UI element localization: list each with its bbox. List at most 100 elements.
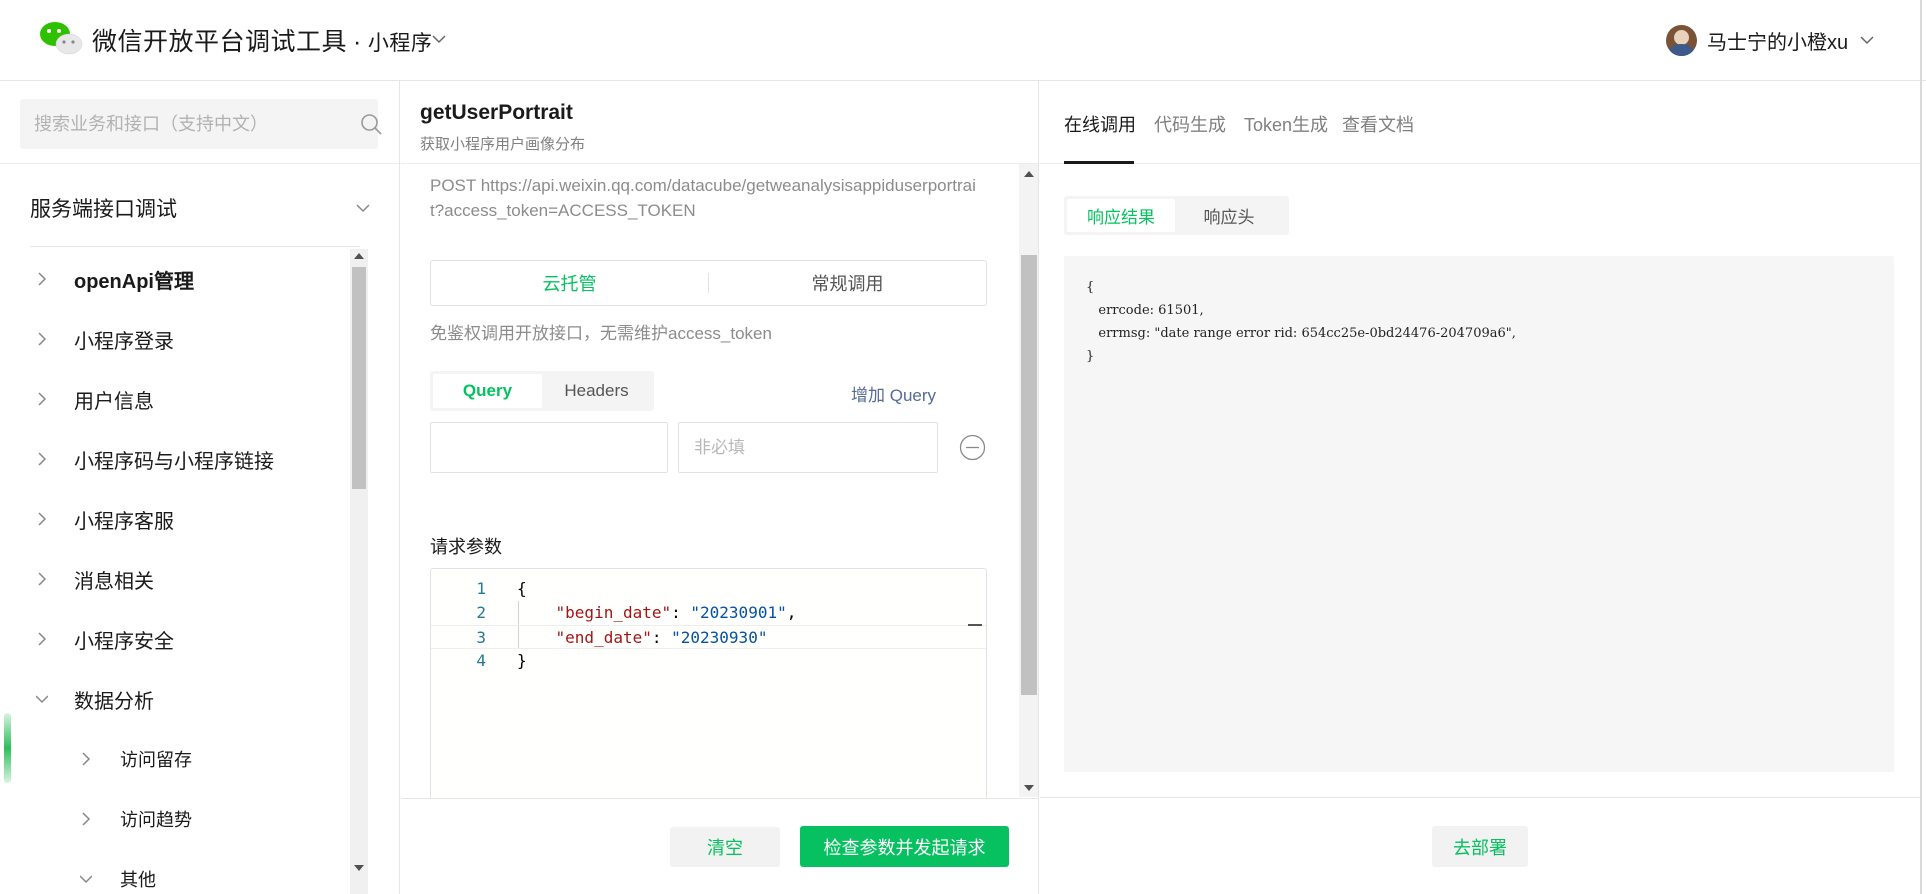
sidebar-scroll-thumb[interactable] [352, 267, 366, 489]
tab-view-docs[interactable]: 查看文档 [1342, 111, 1414, 137]
request-footer: 清空 检查参数并发起请求 [401, 798, 1038, 894]
add-query-link[interactable]: 增加 Query [851, 381, 936, 406]
product-name: 小程序 [367, 32, 433, 55]
param-value-field [678, 422, 938, 473]
request-panel-scroll-thumb[interactable] [1021, 255, 1037, 695]
search-box [20, 99, 382, 149]
code-value: "20230930" [671, 628, 768, 647]
response-panel: 在线调用 代码生成 Token生成 查看文档 响应结果 响应头 { errcod… [1040, 81, 1920, 894]
request-params-label: 请求参数 [430, 537, 502, 557]
scroll-up-icon[interactable] [354, 253, 364, 259]
wechat-logo-icon [40, 22, 83, 55]
scroll-down-icon[interactable] [1024, 785, 1034, 791]
code-line-current: 3 "end_date": "20230930" [431, 625, 986, 649]
request-url: POST https://api.weixin.qq.com/datacube/… [430, 176, 976, 220]
code-text: "begin_date": "20230901", [517, 601, 797, 625]
sidebar-item-security[interactable]: 小程序安全 [0, 609, 350, 669]
tab-headers[interactable]: Headers [542, 374, 651, 408]
response-body: { errcode: 61501, errmsg: "date range er… [1064, 256, 1894, 772]
remove-circle-icon[interactable] [959, 434, 986, 461]
line-number: 1 [476, 579, 486, 598]
line-number: 4 [476, 651, 486, 670]
sidebar-item-customer-service[interactable]: 小程序客服 [0, 489, 350, 549]
search-input[interactable] [34, 99, 334, 149]
code-value: "20230901" [690, 603, 787, 622]
right-tabs: 在线调用 代码生成 Token生成 查看文档 [1040, 81, 1920, 164]
tab-query[interactable]: Query [433, 374, 542, 408]
response-footer: 去部署 [1040, 797, 1920, 894]
nav-list: openApi管理 小程序登录 用户信息 小程序码与小程序链接 小程序客服 消息… [0, 249, 350, 894]
sidebar-item-login[interactable]: 小程序登录 [0, 309, 350, 369]
param-key-input[interactable] [431, 423, 667, 472]
tab-response-result[interactable]: 响应结果 [1067, 199, 1175, 232]
code-line: 4 } [431, 649, 986, 673]
tab-code-gen[interactable]: 代码生成 [1154, 111, 1226, 137]
sidebar-item-label: 小程序客服 [74, 510, 174, 533]
response-tabs: 响应结果 响应头 [1064, 196, 1289, 235]
param-value-input[interactable] [679, 423, 937, 472]
deploy-button[interactable]: 去部署 [1432, 826, 1528, 867]
code-key: "end_date" [555, 628, 652, 647]
code-text: { [517, 577, 527, 601]
section-title: 服务端接口调试 [30, 198, 177, 221]
chevron-down-icon [36, 695, 48, 704]
sidebar-item-messages[interactable]: 消息相关 [0, 549, 350, 609]
search-icon[interactable] [360, 113, 382, 135]
section-header[interactable]: 服务端接口调试 [30, 193, 370, 223]
sidebar-item-label: 数据分析 [74, 690, 154, 713]
code-text: "end_date": "20230930" [517, 626, 768, 650]
chevron-right-icon [82, 812, 91, 826]
tab-response-headers[interactable]: 响应头 [1175, 199, 1283, 232]
call-mode-toggle: 云托管 常规调用 [430, 260, 987, 306]
sidebar-item-user-info[interactable]: 用户信息 [0, 369, 350, 429]
scroll-up-icon[interactable] [1024, 171, 1034, 177]
sidebar-subitem-retention[interactable]: 访问留存 [0, 729, 350, 789]
chevron-right-icon [38, 272, 47, 286]
sidebar-item-qrcode[interactable]: 小程序码与小程序链接 [0, 429, 350, 489]
user-name: 马士宁的小橙xu [1707, 31, 1849, 54]
title-separator: · [353, 28, 362, 56]
sidebar-item-label: 消息相关 [74, 570, 154, 593]
sidebar-item-label: 其他 [120, 870, 156, 890]
chevron-down-icon[interactable] [1860, 35, 1874, 45]
mode-cloud-hosting[interactable]: 云托管 [431, 261, 708, 305]
divider [401, 163, 1038, 164]
sidebar-item-analytics[interactable]: 数据分析 [0, 669, 350, 729]
chevron-down-icon[interactable] [356, 203, 370, 213]
sidebar-item-label: 用户信息 [74, 390, 154, 413]
clear-button[interactable]: 清空 [670, 827, 780, 867]
sidebar-subitem-other[interactable]: 其他 [0, 849, 350, 894]
minimap-marker [968, 624, 982, 626]
scroll-down-icon[interactable] [354, 865, 364, 871]
active-tab-indicator [1064, 161, 1134, 164]
tab-token-gen[interactable]: Token生成 [1244, 111, 1328, 137]
request-panel: getUserPortrait 获取小程序用户画像分布 POST https:/… [401, 81, 1039, 894]
scroll-indicator [4, 713, 11, 783]
window-edge [1920, 0, 1922, 894]
sidebar-item-label: 访问趋势 [120, 810, 192, 830]
mode-regular-call[interactable]: 常规调用 [709, 261, 986, 305]
sidebar-item-label: 小程序码与小程序链接 [74, 450, 274, 473]
code-sep: : [671, 603, 691, 622]
chevron-right-icon [38, 512, 47, 526]
code-key: "begin_date" [555, 603, 672, 622]
sidebar-item-openapi[interactable]: openApi管理 [0, 249, 350, 309]
sidebar-item-label: 小程序登录 [74, 330, 174, 353]
app-title[interactable]: 微信开放平台调试工具 · 小程序 [92, 22, 432, 58]
user-menu[interactable]: 马士宁的小橙xu [1666, 24, 1874, 56]
sidebar: 服务端接口调试 openApi管理 小程序登录 用户信息 小程序码与小程序链接 … [0, 81, 400, 894]
response-line: { [1086, 280, 1095, 295]
sidebar-subitem-trend[interactable]: 访问趋势 [0, 789, 350, 849]
line-number: 3 [476, 628, 486, 647]
chevron-down-icon[interactable] [432, 34, 446, 44]
response-line: } [1086, 349, 1095, 364]
send-request-button[interactable]: 检查参数并发起请求 [800, 826, 1009, 867]
tab-online-call[interactable]: 在线调用 [1064, 111, 1136, 137]
code-tail: { [517, 579, 527, 598]
avatar [1666, 24, 1697, 56]
line-number: 2 [476, 603, 486, 622]
param-key-field [430, 422, 668, 473]
chevron-right-icon [38, 452, 47, 466]
param-tabs: Query Headers [430, 371, 654, 411]
